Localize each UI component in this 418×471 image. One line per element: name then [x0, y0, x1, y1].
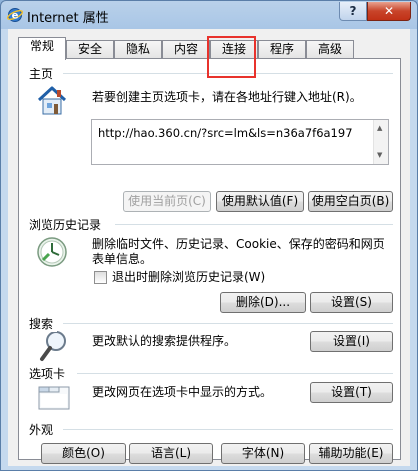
delete-history-button[interactable]: 删除(D)... — [220, 292, 306, 313]
tabs-group-label: 选项卡 — [29, 365, 70, 382]
appearance-group-label: 外观 — [29, 421, 58, 438]
address-box-scrollbar[interactable]: ▲ ▼ — [373, 120, 388, 164]
tabs-window-icon — [38, 386, 70, 410]
languages-button[interactable]: 语言(L) — [129, 443, 213, 464]
window-title: Internet 属性 — [27, 11, 109, 26]
history-settings-button[interactable]: 设置(S) — [310, 292, 393, 313]
search-group-label: 搜索 — [29, 315, 58, 332]
tab-security[interactable]: 安全 — [66, 40, 114, 59]
tab-general[interactable]: 常规 — [18, 37, 66, 60]
history-group-divider — [115, 224, 393, 225]
close-button[interactable]: ✕ — [367, 2, 411, 21]
tab-content[interactable]: 内容 — [162, 40, 210, 59]
internet-explorer-icon: e — [7, 8, 23, 22]
tab-advanced[interactable]: 高级 — [306, 40, 354, 59]
accessibility-button[interactable]: 辅助功能(E) — [309, 443, 393, 464]
history-description-line1: 删除临时文件、历史记录、Cookie、保存的密码和网页 — [92, 237, 385, 251]
svg-text:e: e — [12, 11, 19, 22]
colors-button[interactable]: 颜色(O) — [41, 443, 126, 464]
browsing-history-group-label: 浏览历史记录 — [29, 216, 106, 233]
scroll-up-icon[interactable]: ▲ — [377, 124, 382, 132]
history-clock-icon — [37, 237, 67, 267]
tab-programs[interactable]: 程序 — [258, 40, 306, 59]
use-current-page-button[interactable]: 使用当前页(C) — [123, 191, 211, 212]
general-tab-panel: 主页 若要创建主页选项卡，请在各地址行键入地址(R)。 http://hao.3… — [18, 58, 401, 464]
tabs-description: 更改网页在选项卡中显示的方式。 — [92, 385, 273, 399]
delete-on-exit-label[interactable]: 退出时删除浏览历史记录(W) — [112, 270, 265, 285]
title-bar[interactable]: e Internet 属性 ? ✕ — [1, 1, 417, 29]
use-blank-button[interactable]: 使用空白页(B) — [308, 191, 393, 212]
internet-options-window: e Internet 属性 ? ✕ 常规 安全 隐私 内容 连接 程序 高级 主… — [0, 0, 418, 471]
use-default-button[interactable]: 使用默认值(F) — [216, 191, 304, 212]
search-description: 更改默认的搜索提供程序。 — [92, 334, 237, 348]
tab-privacy[interactable]: 隐私 — [114, 40, 162, 59]
fonts-button[interactable]: 字体(N) — [221, 443, 305, 464]
home-page-group-label: 主页 — [29, 65, 58, 82]
home-page-url-text[interactable]: http://hao.360.cn/?src=lm&ls=n36a7f6a197 — [98, 126, 353, 140]
home-page-description: 若要创建主页选项卡，请在各地址行键入地址(R)。 — [92, 90, 362, 104]
tab-strip: 常规 安全 隐私 内容 连接 程序 高级 — [18, 37, 408, 60]
tabs-group-divider — [77, 373, 393, 374]
scroll-down-icon[interactable]: ▼ — [377, 151, 382, 159]
search-settings-button[interactable]: 设置(I) — [310, 331, 393, 352]
tab-connections[interactable]: 连接 — [210, 40, 258, 59]
magnifier-icon — [40, 331, 66, 361]
search-group-divider — [63, 323, 393, 324]
dialog-client-area: 常规 安全 隐私 内容 连接 程序 高级 主页 若要创建主页选项卡，请在各地址行… — [8, 29, 410, 466]
home-page-address-box[interactable]: http://hao.360.cn/?src=lm&ls=n36a7f6a197… — [91, 119, 389, 165]
home-page-icon — [37, 86, 67, 115]
tabs-settings-button[interactable]: 设置(T) — [310, 382, 393, 403]
history-description-line2: 表单信息。 — [92, 252, 153, 266]
delete-on-exit-checkbox[interactable] — [94, 271, 107, 284]
appearance-group-divider — [63, 429, 393, 430]
home-group-divider — [63, 73, 393, 74]
help-button[interactable]: ? — [339, 2, 367, 21]
